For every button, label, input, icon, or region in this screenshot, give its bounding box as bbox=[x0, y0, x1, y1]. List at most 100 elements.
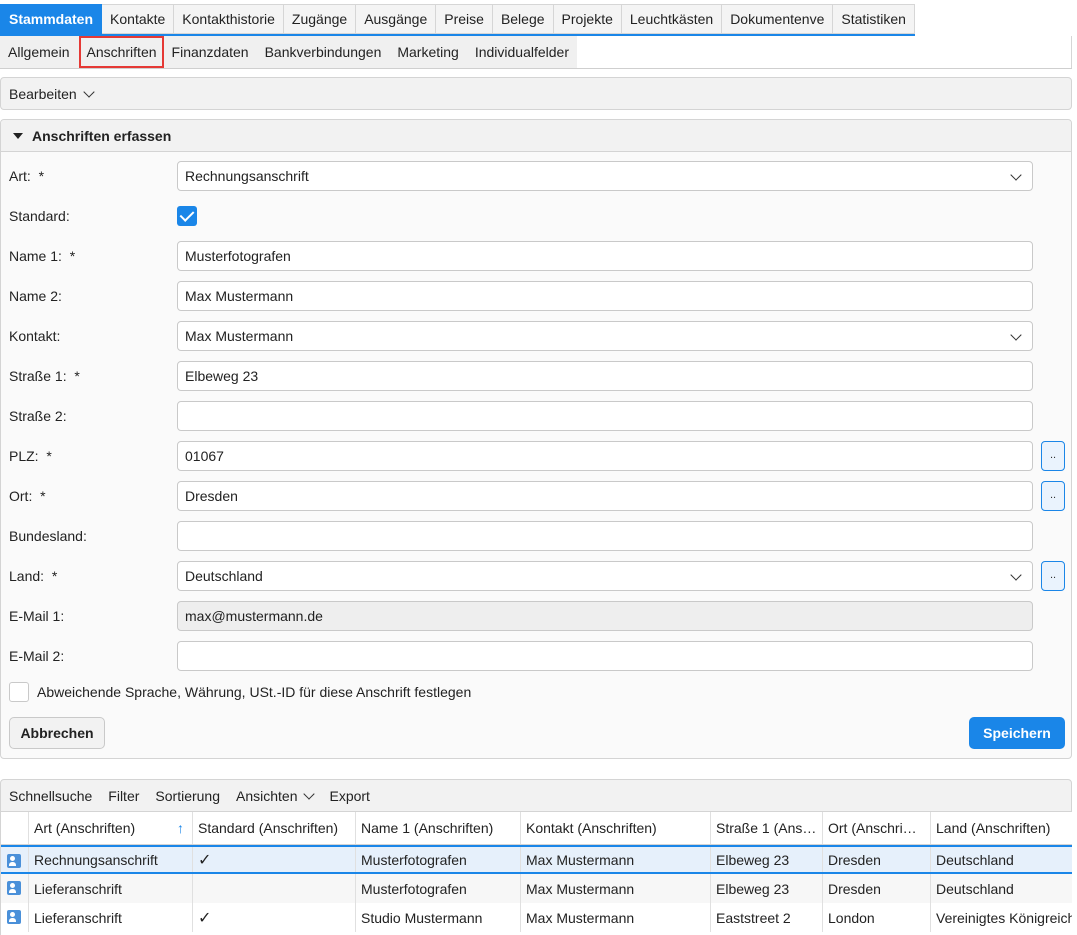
chevron-down-icon[interactable] bbox=[83, 85, 95, 98]
plz-input[interactable]: 01067 bbox=[177, 441, 1033, 471]
edit-menu-button[interactable]: Bearbeiten bbox=[9, 86, 77, 102]
cell-kontakt: Max Mustermann bbox=[521, 847, 711, 872]
row-kontakt: Kontakt: Max Mustermann bbox=[9, 321, 1069, 351]
email2-label: E-Mail 2: bbox=[9, 648, 65, 664]
subtab-finanzdaten[interactable]: Finanzdaten bbox=[164, 36, 257, 68]
cell-art: Lieferanschrift bbox=[29, 874, 193, 903]
tab-stammdaten[interactable]: Stammdaten bbox=[0, 4, 103, 34]
subtab-allgemein[interactable]: Allgemein bbox=[0, 36, 77, 68]
name1-label: Name 1: * bbox=[9, 248, 76, 264]
cell-strasse1: Eaststreet 2 bbox=[711, 903, 823, 932]
row-art: Art: * Rechnungsanschrift bbox=[9, 161, 1069, 191]
email2-input[interactable] bbox=[177, 641, 1033, 671]
land-label: Land: * bbox=[9, 568, 58, 584]
address-table: Art (Anschriften) ↑ Standard (Anschriften… bbox=[0, 812, 1072, 935]
address-card-icon bbox=[7, 854, 21, 868]
land-select[interactable]: Deutschland bbox=[177, 561, 1033, 591]
row-standard: Standard: bbox=[9, 201, 1069, 231]
abweichend-label[interactable]: Abweichende Sprache, Währung, USt.-ID fü… bbox=[37, 677, 471, 707]
ort-lookup-button[interactable]: .. bbox=[1041, 481, 1065, 511]
name2-input[interactable]: Max Mustermann bbox=[177, 281, 1033, 311]
email1-field[interactable]: max@mustermann.de bbox=[177, 601, 1033, 631]
row-ort: Ort: * Dresden .. bbox=[9, 481, 1069, 511]
panel-header[interactable]: Anschriften erfassen bbox=[1, 120, 1071, 152]
strasse1-input[interactable]: Elbeweg 23 bbox=[177, 361, 1033, 391]
standard-label: Standard: bbox=[9, 208, 70, 224]
name1-input[interactable]: Musterfotografen bbox=[177, 241, 1033, 271]
tab-kontakte[interactable]: Kontakte bbox=[102, 4, 175, 34]
filter-button[interactable]: Filter bbox=[108, 788, 139, 804]
cell-name1: Musterfotografen bbox=[356, 847, 521, 872]
subtab-anschriften[interactable]: Anschriften bbox=[79, 36, 164, 68]
address-card-icon bbox=[7, 881, 21, 895]
sub-tabs: Allgemein Anschriften Finanzdaten Bankve… bbox=[0, 36, 577, 68]
subtab-individualfelder[interactable]: Individualfelder bbox=[467, 36, 577, 68]
cell-land: Deutschland bbox=[936, 851, 1014, 868]
panel-title: Anschriften erfassen bbox=[32, 127, 172, 144]
quick-search-button[interactable]: Schnellsuche bbox=[9, 788, 92, 804]
column-header-land[interactable]: Land (Anschriften) bbox=[931, 812, 1072, 844]
cell-art: Rechnungsanschrift bbox=[29, 847, 193, 872]
table-row[interactable]: Lieferanschrift ✓ Studio Mustermann Max … bbox=[1, 903, 1072, 932]
grid-toolbar: Schnellsuche Filter Sortierung Ansichten… bbox=[0, 779, 1072, 812]
tab-preise[interactable]: Preise bbox=[436, 4, 493, 34]
subtab-bankverbindungen[interactable]: Bankverbindungen bbox=[257, 36, 390, 68]
save-button[interactable]: Speichern bbox=[969, 717, 1065, 749]
plz-label: PLZ: * bbox=[9, 448, 52, 464]
cancel-button[interactable]: Abbrechen bbox=[9, 717, 105, 749]
column-header-strasse1[interactable]: Straße 1 (Ans… bbox=[711, 812, 823, 844]
views-menu-button[interactable]: Ansichten bbox=[236, 788, 316, 804]
tab-zugaenge[interactable]: Zugänge bbox=[283, 4, 357, 34]
cell-standard: ✓ bbox=[193, 903, 356, 932]
tab-belege[interactable]: Belege bbox=[492, 4, 554, 34]
ort-label: Ort: * bbox=[9, 488, 46, 504]
export-button[interactable]: Export bbox=[329, 788, 369, 804]
chevron-down-icon bbox=[1010, 569, 1022, 581]
abweichend-checkbox[interactable] bbox=[9, 682, 29, 702]
strasse2-label: Straße 2: bbox=[9, 408, 67, 424]
land-lookup-button[interactable]: .. bbox=[1041, 561, 1065, 591]
tab-statistiken[interactable]: Statistiken bbox=[833, 4, 915, 34]
column-header-art[interactable]: Art (Anschriften) ↑ bbox=[29, 812, 193, 844]
ort-input[interactable]: Dresden bbox=[177, 481, 1033, 511]
art-select[interactable]: Rechnungsanschrift bbox=[177, 161, 1033, 191]
cell-ort: Dresden bbox=[823, 847, 931, 872]
sort-button[interactable]: Sortierung bbox=[155, 788, 220, 804]
row-email1: E-Mail 1: max@mustermann.de bbox=[9, 601, 1069, 631]
cell-name1: Studio Mustermann bbox=[356, 903, 521, 932]
cell-kontakt: Max Mustermann bbox=[521, 874, 711, 903]
sort-ascending-icon: ↑ bbox=[177, 820, 184, 836]
cell-ort: Dresden bbox=[823, 874, 931, 903]
tab-projekte[interactable]: Projekte bbox=[553, 4, 622, 34]
art-label: Art: * bbox=[9, 168, 45, 184]
main-tabs: Stammdaten Kontakte Kontakthistorie Zugä… bbox=[0, 4, 915, 36]
row-bundesland: Bundesland: bbox=[9, 521, 1069, 551]
plz-lookup-button[interactable]: .. bbox=[1041, 441, 1065, 471]
kontakt-select[interactable]: Max Mustermann bbox=[177, 321, 1033, 351]
tab-leuchtkaesten[interactable]: Leuchtkästen bbox=[621, 4, 723, 34]
column-header-ort[interactable]: Ort (Anschri… bbox=[823, 812, 931, 844]
kontakt-label: Kontakt: bbox=[9, 328, 61, 344]
row-email2: E-Mail 2: bbox=[9, 641, 1069, 671]
row-strasse2: Straße 2: bbox=[9, 401, 1069, 431]
collapse-triangle-icon[interactable] bbox=[13, 132, 23, 139]
standard-checkbox[interactable] bbox=[177, 206, 197, 226]
column-header-kontakt[interactable]: Kontakt (Anschriften) bbox=[521, 812, 711, 844]
strasse1-label: Straße 1: * bbox=[9, 368, 80, 384]
cell-standard bbox=[193, 874, 356, 903]
table-row[interactable]: Lieferanschrift Musterfotografen Max Mus… bbox=[1, 874, 1072, 903]
column-header-name1[interactable]: Name 1 (Anschriften) bbox=[356, 812, 521, 844]
name2-label: Name 2: bbox=[9, 288, 62, 304]
cell-art: Lieferanschrift bbox=[29, 903, 193, 932]
cell-name1: Musterfotografen bbox=[356, 874, 521, 903]
row-icon-cell bbox=[1, 847, 29, 872]
column-header-standard[interactable]: Standard (Anschriften) bbox=[193, 812, 356, 844]
strasse2-input[interactable] bbox=[177, 401, 1033, 431]
bundesland-input[interactable] bbox=[177, 521, 1033, 551]
row-name1: Name 1: * Musterfotografen bbox=[9, 241, 1069, 271]
tab-kontakthistorie[interactable]: Kontakthistorie bbox=[174, 4, 284, 34]
tab-ausgaenge[interactable]: Ausgänge bbox=[356, 4, 437, 34]
table-row[interactable]: Rechnungsanschrift ✓ Musterfotografen Ma… bbox=[1, 845, 1072, 874]
tab-dokumentenverwaltung[interactable]: Dokumentenve bbox=[722, 4, 834, 34]
subtab-marketing[interactable]: Marketing bbox=[389, 36, 466, 68]
